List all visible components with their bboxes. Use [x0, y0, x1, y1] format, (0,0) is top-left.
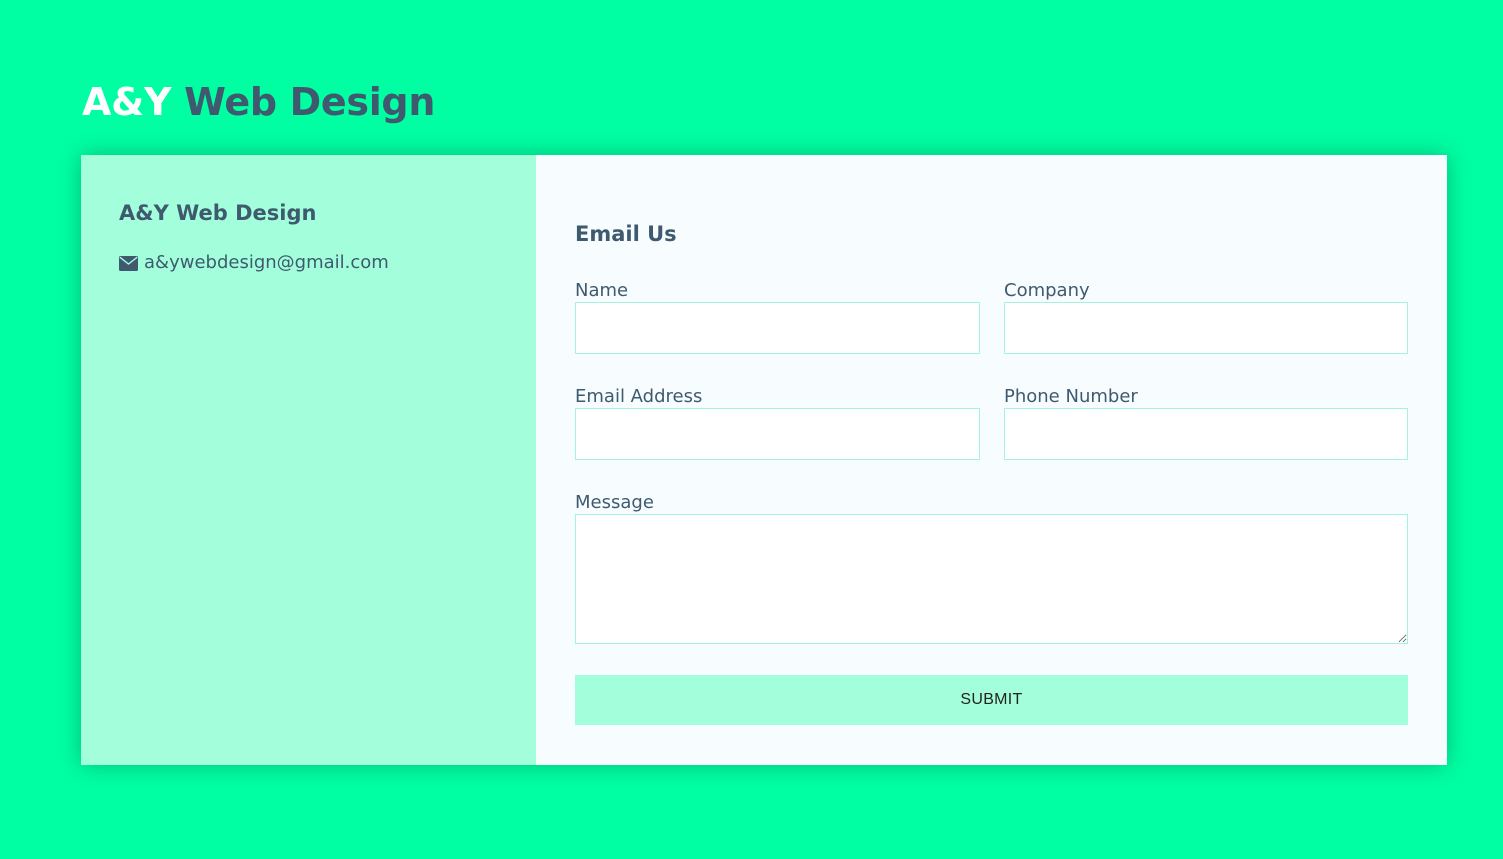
email-field-group: Email Address — [575, 385, 980, 460]
email-input[interactable] — [575, 408, 980, 460]
message-textarea[interactable] — [575, 514, 1408, 644]
page-title: A&Y Web Design — [82, 78, 435, 126]
phone-field-group: Phone Number — [1004, 385, 1408, 460]
company-email-row: a&ywebdesign@gmail.com — [119, 251, 536, 275]
phone-label: Phone Number — [1004, 386, 1138, 407]
page-title-brand: A&Y — [82, 80, 172, 124]
name-label: Name — [575, 280, 629, 301]
company-label: Company — [1004, 280, 1090, 301]
name-field-group: Name — [575, 279, 980, 354]
email-form-panel: Email Us Name Company Email Address Phon… — [536, 155, 1447, 765]
company-info-panel: A&Y Web Design a&ywebdesign@gmail.com — [81, 155, 536, 765]
envelope-icon — [119, 255, 138, 271]
contact-card: A&Y Web Design a&ywebdesign@gmail.com Em… — [81, 155, 1447, 765]
company-field-group: Company — [1004, 279, 1408, 354]
company-input[interactable] — [1004, 302, 1408, 354]
email-label: Email Address — [575, 386, 703, 407]
company-email: a&ywebdesign@gmail.com — [144, 252, 389, 273]
page-title-rest: Web Design — [184, 80, 436, 124]
phone-input[interactable] — [1004, 408, 1408, 460]
page: A&Y Web Design A&Y Web Design a&ywebdesi… — [0, 0, 1503, 859]
submit-button[interactable]: SUBMIT — [575, 675, 1408, 725]
name-input[interactable] — [575, 302, 980, 354]
company-name: A&Y Web Design — [119, 201, 317, 225]
form-title: Email Us — [575, 222, 677, 246]
contact-form: Name Company Email Address Phone Number … — [575, 279, 1408, 644]
message-field-group: Message — [575, 491, 1408, 644]
message-label: Message — [575, 492, 654, 513]
